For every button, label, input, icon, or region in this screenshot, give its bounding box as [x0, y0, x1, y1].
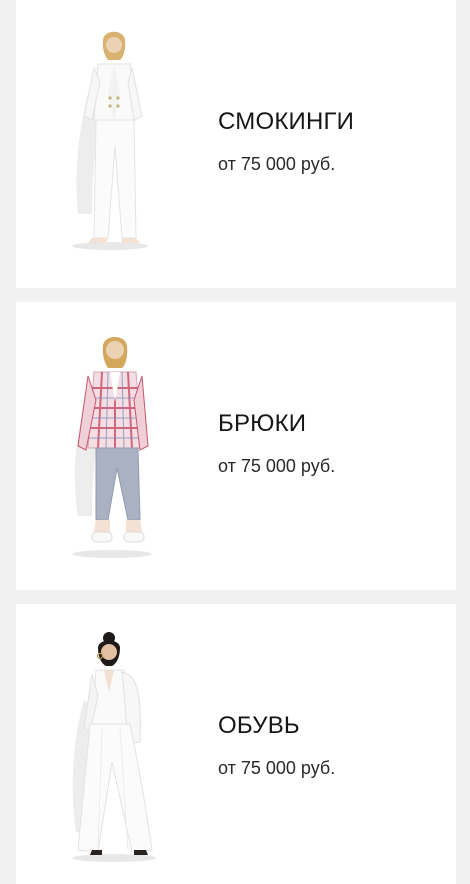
product-title: БРЮКИ: [218, 410, 307, 437]
product-card-trousers[interactable]: БРЮКИ от 75 000 руб.: [16, 302, 456, 590]
product-price: от 75 000 руб.: [218, 456, 336, 476]
frame-edge-right: [456, 0, 470, 884]
product-title: СМОКИНГИ: [218, 108, 355, 135]
product-card-tuxedos[interactable]: СМОКИНГИ от 75 000 руб.: [16, 0, 456, 288]
product-list-screen: СМОКИНГИ от 75 000 руб. БРЮКИ от 75 000 …: [0, 0, 470, 884]
frame-edge-left: [0, 0, 16, 884]
product-price: от 75 000 руб.: [218, 758, 336, 778]
checked-blazer-trousers-model-icon: [48, 330, 178, 560]
product-title: ОБУВЬ: [218, 712, 300, 739]
product-card-shoes[interactable]: ОБУВЬ от 75 000 руб.: [16, 604, 456, 884]
white-suit-model-icon: [48, 632, 178, 864]
white-tuxedo-model-icon: [48, 24, 178, 252]
product-price: от 75 000 руб.: [218, 154, 336, 174]
